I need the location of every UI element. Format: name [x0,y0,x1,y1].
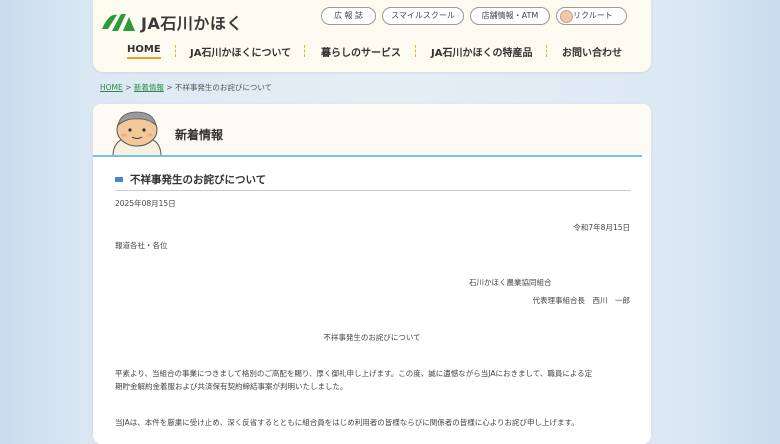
letter-date: 令和7年8月15日 [573,223,630,232]
main-nav: HOME JA石川かほくについて 暮らしのサービス JA石川かほくの特産品 お問… [93,44,651,62]
paragraph-2-line-1: 当JAは、本件を厳粛に受け止め、深く反省するとともに組合員をはじめ利用者の皆様な… [115,418,579,427]
nav-separator [415,45,416,57]
breadcrumb-home[interactable]: HOME [100,83,123,92]
top-link-smile-school[interactable]: スマイルスクール [382,7,464,25]
breadcrumb-separator: > [122,83,134,92]
organization-name: 石川かほく農業協同組合 [469,278,552,287]
top-link-branch-atm[interactable]: 店舗情報・ATM [470,7,550,25]
nav-separator [546,45,547,57]
nav-about[interactable]: JA石川かほくについて [190,44,291,59]
post-date: 2025年08月15日 [115,199,176,208]
nav-separator [175,45,176,57]
breadcrumb-current: 不祥事発生のお詫びについて [174,83,273,92]
nav-services[interactable]: 暮らしのサービス [321,44,401,59]
logo-text: JA石川かほく [141,14,243,33]
nav-home[interactable]: HOME [127,44,161,59]
section-title: 新着情報 [175,128,224,142]
nav-separator [304,45,305,57]
article-title: 不祥事発生のお詫びについて [130,174,267,186]
addressee: 報道各社・各位 [115,241,168,250]
breadcrumb-news[interactable]: 新着情報 [134,83,164,92]
top-links: 広 報 誌 スマイルスクール 店舗情報・ATM リクルート [321,7,627,25]
ja-leaf-icon [102,14,135,31]
nav-products[interactable]: JA石川かほくの特産品 [431,44,532,59]
breadcrumb: HOME > 新着情報 > 不祥事発生のお詫びについて [100,82,272,93]
article-title-bar: 不祥事発生のお詫びについて [115,170,631,191]
mascot-icon [112,111,162,156]
letter-heading: 不祥事発生のお詫びについて [323,333,421,342]
news-card: 新着情報 不祥事発生のお詫びについて 2025年08月15日 令和7年8月15日… [93,104,651,444]
paragraph-1-line-1: 平素より、当組合の事業につきまして格別のご高配を賜り、厚く御礼申し上げます。この… [115,369,593,378]
top-link-recruit[interactable]: リクルート [556,7,627,25]
title-marker-icon [115,177,123,182]
paragraph-1-line-2: 期貯金解約金着服および共済保有契約締結事案が判明いたしました。 [115,382,348,391]
card-header: 新着情報 [93,104,651,156]
nav-contact[interactable]: お問い合わせ [562,44,622,59]
ja-logo[interactable]: JA石川かほく [99,10,243,34]
representative-name: 代表理事組合長 西川 一郎 [532,296,631,305]
breadcrumb-separator: > [163,83,175,92]
top-link-recruit-label: リクルート [573,11,613,20]
header-divider [93,155,642,157]
top-link-pr-magazine[interactable]: 広 報 誌 [321,7,376,25]
site-header: JA石川かほく 広 報 誌 スマイルスクール 店舗情報・ATM リクルート HO… [93,0,651,72]
recruit-face-icon [560,10,573,23]
